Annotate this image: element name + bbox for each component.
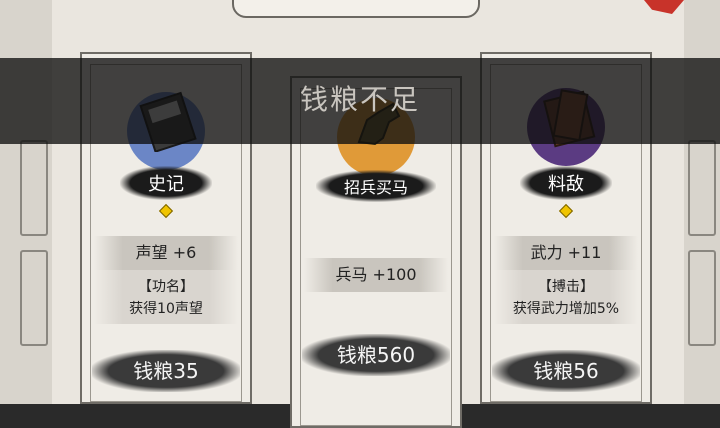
item-skill: 【功名】 获得10声望 [94,270,238,324]
wall-tile [688,140,716,236]
skill-desc: 获得10声望 [129,301,203,317]
wall-tile [688,250,716,346]
buy-button[interactable]: 钱粮56 [492,350,640,392]
buy-button[interactable]: 钱粮560 [302,334,450,376]
buy-button[interactable]: 钱粮35 [92,350,240,392]
wall-tile [20,140,48,236]
item-stat: 武力 +11 [494,236,638,270]
item-name: 史记 [120,166,212,200]
toast-message: 钱粮不足 [299,83,420,116]
item-name: 料敌 [520,166,612,200]
wall-tile [20,250,48,346]
item-stat: 兵马 +100 [304,258,448,292]
title-plaque [232,0,480,18]
skill-title: 【搏击】 [538,279,594,295]
skill-desc: 获得武力增加5% [512,301,620,317]
item-name: 招兵买马 [315,170,437,202]
item-stat: 声望 +6 [94,236,238,270]
skill-title: 【功名】 [138,279,194,295]
item-skill: 【搏击】 获得武力增加5% [494,270,638,324]
